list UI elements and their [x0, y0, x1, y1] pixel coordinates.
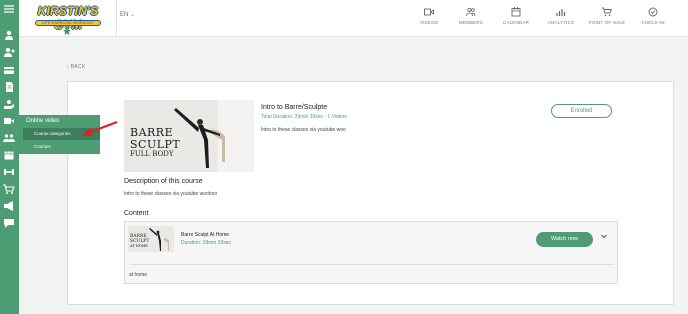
nav-point-of-sale[interactable]: POINT OF SALE — [584, 7, 630, 29]
chat-icon[interactable] — [3, 218, 15, 228]
enrolled-button[interactable]: Enrolled — [551, 104, 612, 118]
divider — [130, 264, 614, 265]
logo-star-icon — [63, 27, 71, 35]
content-heading: Content — [124, 210, 149, 217]
course-image: BARRE SCULPT FULL BODY — [124, 100, 254, 172]
menu-icon[interactable] — [3, 4, 15, 14]
video-icon[interactable] — [3, 116, 15, 126]
nav-members[interactable]: MEMBERS — [448, 7, 494, 29]
back-link[interactable]: ‹ BACK — [67, 64, 85, 70]
nav-label: CALENDAR — [502, 20, 530, 25]
document-icon[interactable] — [3, 82, 15, 92]
user-icon[interactable] — [3, 30, 15, 40]
nav-calendar[interactable]: CALENDAR — [493, 7, 539, 29]
members-icon — [466, 7, 476, 17]
nav-videos[interactable]: VIDEOS — [406, 7, 452, 29]
video-item — [124, 221, 618, 284]
user-add-icon[interactable] — [3, 47, 15, 57]
flyout-title: Online video — [26, 118, 60, 124]
nav-label: ANALYTICS — [547, 20, 575, 25]
video-duration: Duration: 29min 39sec — [181, 240, 232, 246]
back-label: BACK — [70, 64, 86, 70]
hand-icon[interactable] — [3, 99, 15, 109]
description-heading: Description of this course — [124, 178, 203, 185]
gym-logo[interactable]: KIRSTIN'S GYM LIFE EXERCISE WORKOUT STUD… — [21, 1, 115, 35]
course-duration: Total Duration: 29min 39sec - 1 Videos — [261, 114, 347, 120]
image-text-3: FULL BODY — [130, 150, 174, 158]
description-text: Intro to these classes via youtube wooho… — [124, 191, 218, 197]
calendar-icon[interactable] — [3, 150, 15, 160]
nav-check-in[interactable]: CHECK-IN — [630, 7, 676, 29]
video-thumbnail[interactable]: BARRE SCULPT AT HOME — [128, 226, 174, 252]
video-title: Barre Sculpt At Home — [181, 232, 230, 238]
logo-title: KIRSTIN'S GYM — [37, 4, 99, 32]
course-description: Intro to these classes via youtube woo — [261, 127, 346, 133]
annotation-arrow-icon — [82, 120, 118, 136]
logo-subtitle: LIFE EXERCISE WORKOUT STUDIO — [35, 20, 101, 29]
language-selector[interactable]: EN ⌄ — [120, 12, 135, 18]
thumb-text-3: AT HOME — [130, 244, 148, 248]
chevron-down-icon[interactable] — [601, 234, 607, 241]
divider — [116, 0, 117, 37]
dumbbell-icon[interactable] — [3, 167, 15, 177]
calendar-icon — [511, 7, 521, 17]
video-icon — [424, 7, 434, 17]
nav-label: VIDEOS — [419, 20, 439, 25]
cart-icon — [602, 7, 612, 17]
top-bar: KIRSTIN'S GYM LIFE EXERCISE WORKOUT STUD… — [19, 0, 688, 37]
flyout-item-label: Courses — [34, 144, 51, 149]
check-in-icon — [648, 7, 658, 17]
nav-label: MEMBERS — [458, 20, 484, 25]
flyout-item-courses[interactable]: Courses — [23, 142, 100, 153]
sidebar-rail — [0, 0, 19, 314]
nav-analytics[interactable]: ANALYTICS — [538, 7, 584, 29]
language-label: EN — [120, 12, 129, 18]
flyout-item-label: Course categories — [34, 131, 71, 136]
analytics-icon — [556, 7, 566, 17]
course-title: Intro to Barre/Sculpte — [261, 104, 328, 111]
nav-label: CHECK-IN — [641, 20, 665, 25]
watch-now-button[interactable]: Watch now — [536, 232, 593, 247]
group-icon[interactable] — [3, 133, 15, 143]
chevron-down-icon: ⌄ — [130, 12, 135, 18]
video-note: at home — [129, 272, 148, 278]
nav-label: POINT OF SALE — [588, 20, 626, 25]
card-icon[interactable] — [3, 65, 15, 75]
megaphone-icon[interactable] — [3, 201, 15, 211]
cart-icon[interactable] — [3, 184, 15, 194]
